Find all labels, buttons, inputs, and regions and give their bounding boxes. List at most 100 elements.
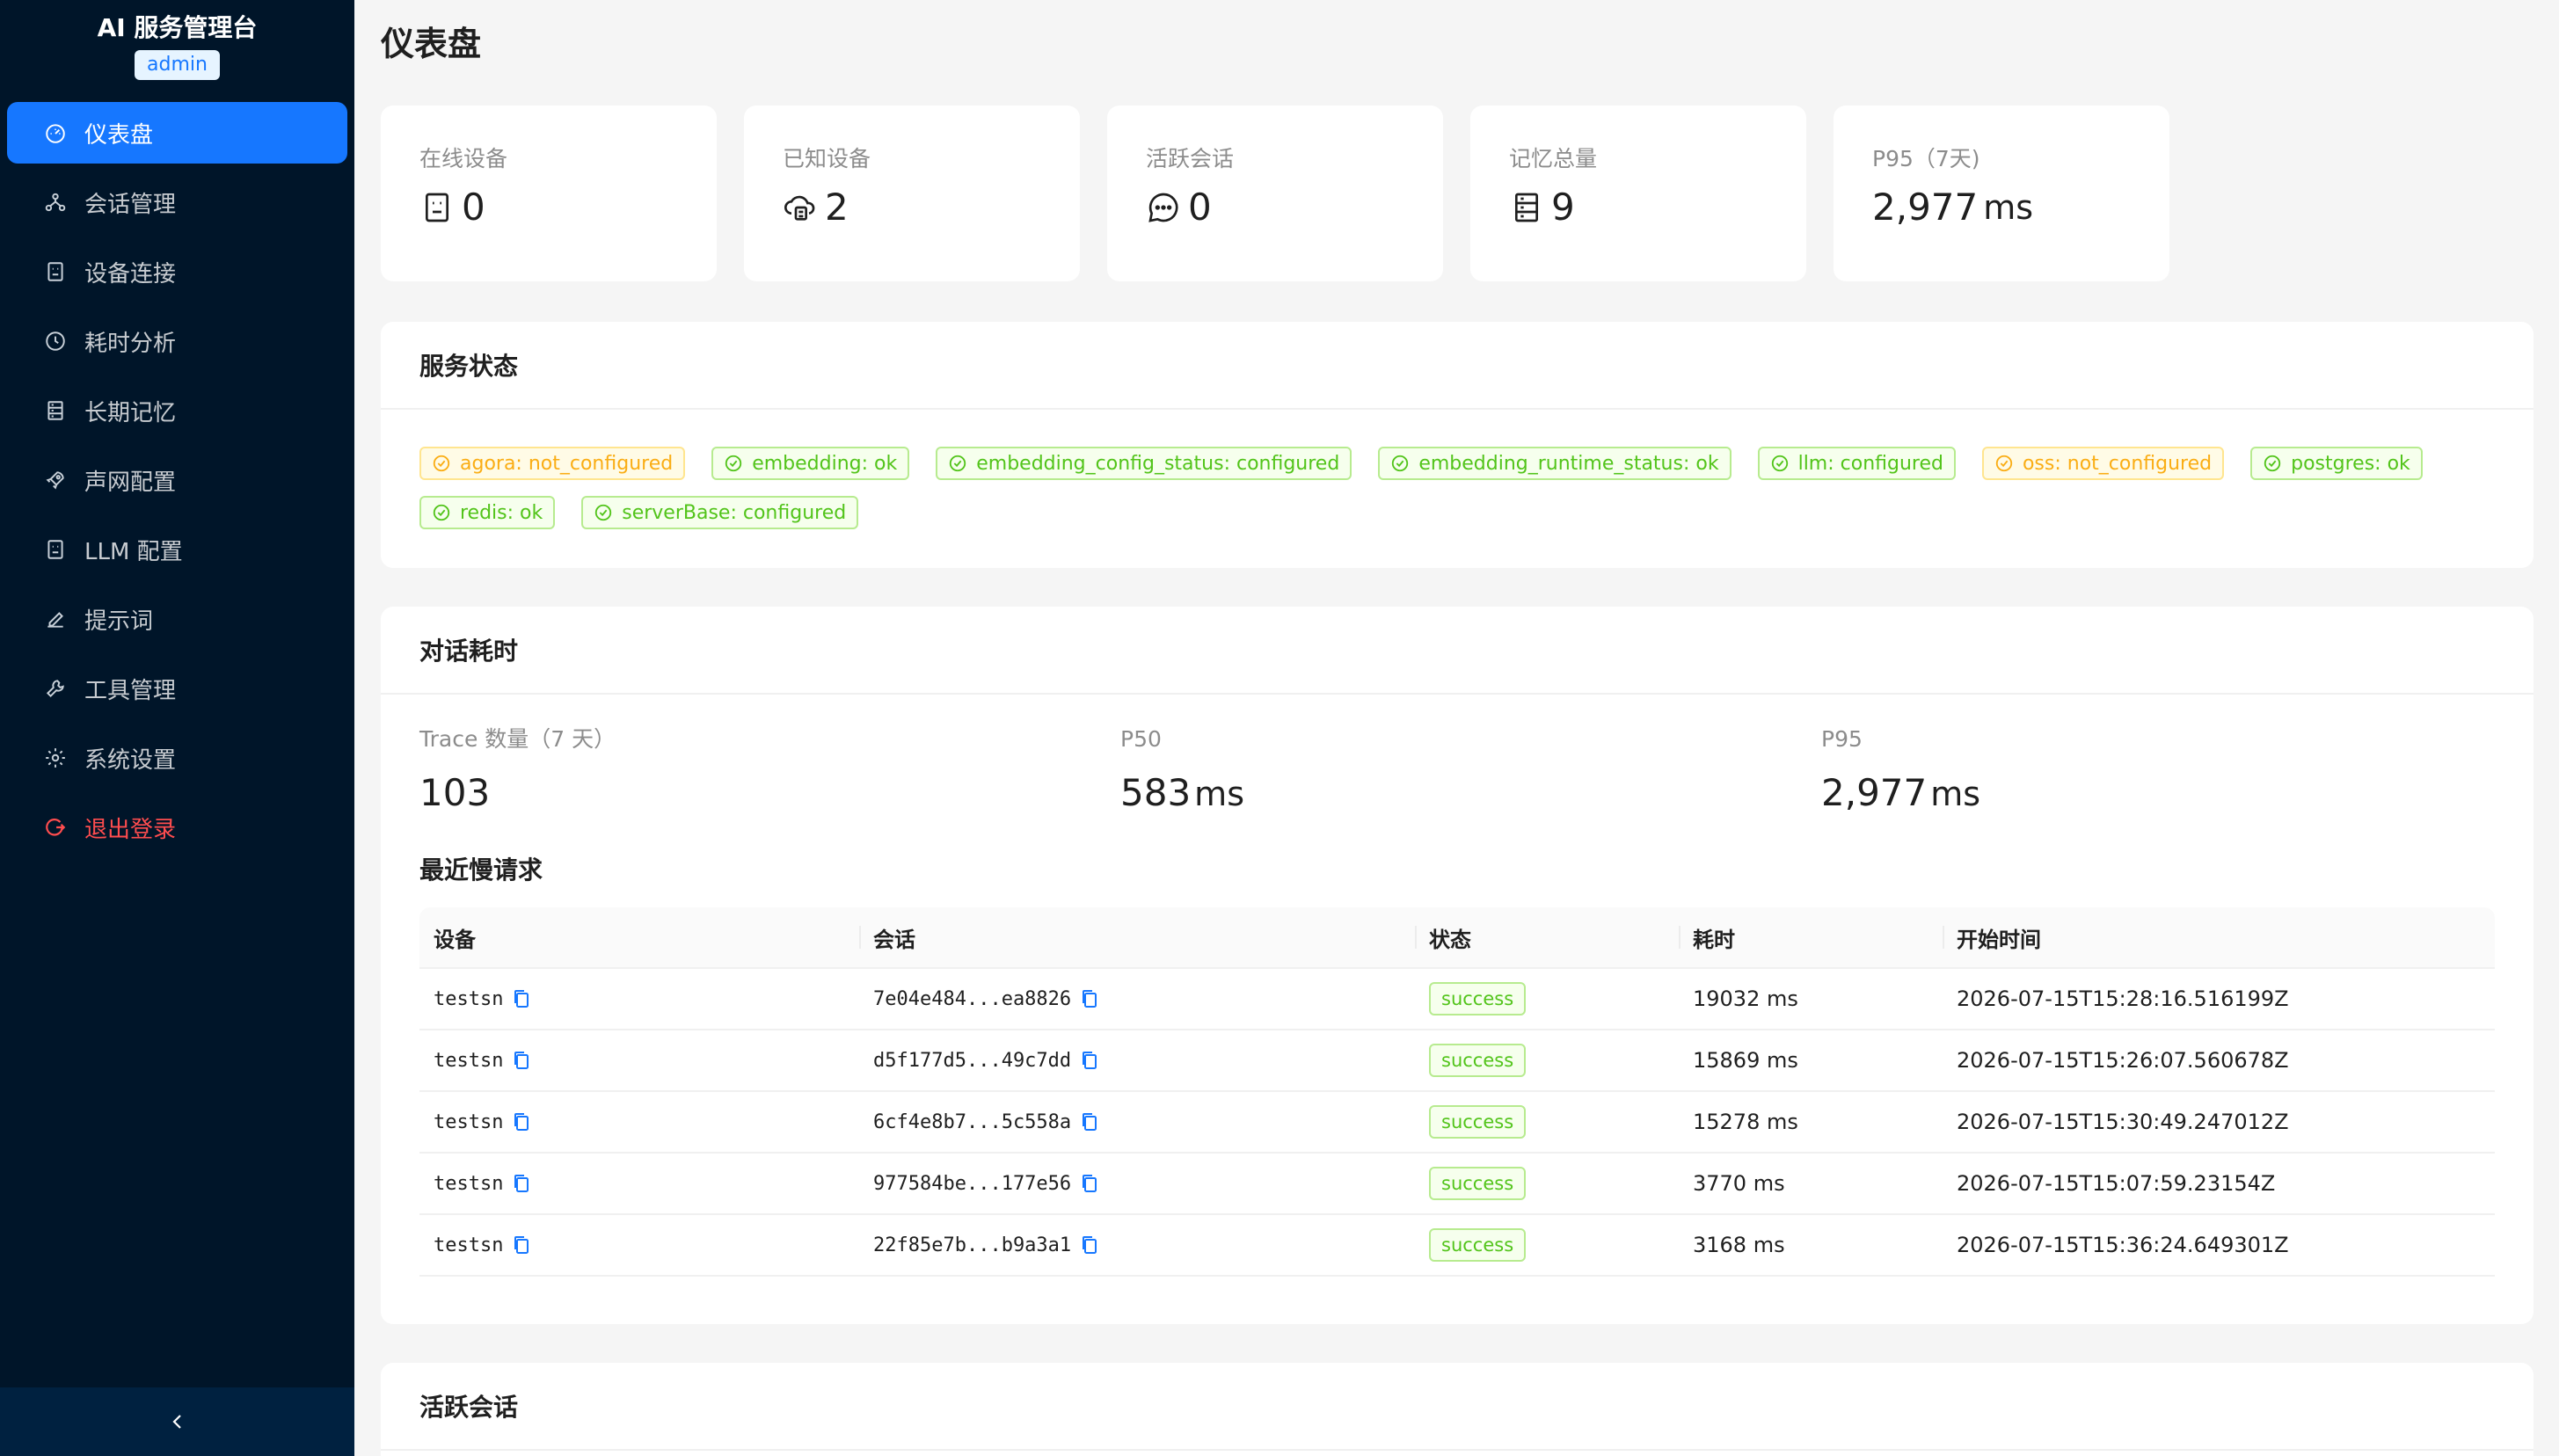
robot-icon xyxy=(42,536,69,563)
status-badge: success xyxy=(1429,1167,1527,1200)
session-cell: d5f177d5...49c7dd xyxy=(859,1050,1415,1072)
sidebar-item-latency[interactable]: 耗时分析 xyxy=(7,310,347,372)
device-id: testsn xyxy=(434,987,504,1010)
sidebar-collapse-button[interactable] xyxy=(0,1387,354,1456)
sidebar-item-tools[interactable]: 工具管理 xyxy=(7,658,347,719)
duration-cell: 3168 ms xyxy=(1693,1233,1785,1257)
session-id: 6cf4e8b7...5c558a xyxy=(873,1110,1072,1133)
device-id: testsn xyxy=(434,1049,504,1072)
status-cell: success xyxy=(1415,982,1679,1016)
copy-icon[interactable] xyxy=(512,1234,531,1256)
card-title: 服务状态 xyxy=(381,322,2533,410)
status-badge: success xyxy=(1429,1228,1527,1262)
sidebar-item-llm[interactable]: LLM 配置 xyxy=(7,519,347,580)
device-cell: testsn xyxy=(419,988,859,1010)
stat-label: P95（7天) xyxy=(1872,146,1980,171)
check-circle-icon xyxy=(1770,454,1798,473)
session-id: 22f85e7b...b9a3a1 xyxy=(873,1234,1072,1256)
sidebar-item-label: 仪表盘 xyxy=(84,121,154,149)
check-circle-icon xyxy=(948,454,976,473)
status-badge: success xyxy=(1429,1044,1527,1077)
status-tag-text: serverBase: configured xyxy=(622,501,847,524)
status-tag: embedding_config_status: configured xyxy=(936,447,1352,480)
table-header: 设备 会话 状态 耗时 开始时间 xyxy=(419,907,2495,969)
session-cell: 22f85e7b...b9a3a1 xyxy=(859,1234,1415,1256)
session-id: d5f177d5...49c7dd xyxy=(873,1049,1072,1072)
check-circle-icon xyxy=(2263,454,2291,473)
metric-label: P50 xyxy=(1120,726,1162,752)
latency-card: 对话耗时 Trace 数量（7 天） 103 P50 583 ms P95 2,9… xyxy=(381,607,2533,1324)
status-tag-text: redis: ok xyxy=(460,501,543,524)
sidebar-item-settings[interactable]: 系统设置 xyxy=(7,727,347,789)
stat-label: 在线设备 xyxy=(419,146,508,171)
session-id: 7e04e484...ea8826 xyxy=(873,987,1072,1010)
sidebar-item-devices[interactable]: 设备连接 xyxy=(7,241,347,302)
device-cell: testsn xyxy=(419,1234,859,1256)
gear-icon xyxy=(42,745,69,771)
status-tag: agora: not_configured xyxy=(419,447,686,480)
sidebar-item-logout[interactable]: 退出登录 xyxy=(7,797,347,858)
metric-p50: P50 583 ms xyxy=(1120,724,1821,817)
database-icon xyxy=(1509,190,1544,225)
robot-icon xyxy=(419,190,455,225)
metric-value: 583 ms xyxy=(1120,771,1244,814)
stat-card-known-devices: 已知设备 2 xyxy=(744,106,1080,281)
status-tag-text: llm: configured xyxy=(1797,452,1943,475)
table-row: testsn 7e04e484...ea8826 success 19032 m… xyxy=(419,969,2495,1030)
stat-unit: ms xyxy=(1983,188,2034,227)
stat-value: 0 xyxy=(1188,186,1212,229)
sidebar-item-label: 声网配置 xyxy=(84,469,177,496)
device-cell: testsn xyxy=(419,1173,859,1195)
sidebar-item-prompts[interactable]: 提示词 xyxy=(7,588,347,650)
service-status-card: 服务状态 agora: not_configured embedding: ok e… xyxy=(381,322,2533,568)
check-circle-icon xyxy=(594,503,622,522)
stat-card-memory-total: 记忆总量 9 xyxy=(1470,106,1806,281)
device-id: testsn xyxy=(434,1172,504,1195)
copy-icon[interactable] xyxy=(1080,1234,1099,1256)
copy-icon[interactable] xyxy=(512,1111,531,1132)
check-circle-icon xyxy=(432,454,460,473)
copy-icon[interactable] xyxy=(1080,1111,1099,1132)
copy-icon[interactable] xyxy=(512,988,531,1009)
status-badge: success xyxy=(1429,1105,1527,1139)
status-cell: success xyxy=(1415,1044,1679,1077)
column-header: 耗时 xyxy=(1679,906,1943,968)
copy-icon[interactable] xyxy=(1080,1173,1099,1194)
start-time-cell: 2026-07-15T15:07:59.23154Z xyxy=(1957,1171,2276,1196)
status-tag-text: postgres: ok xyxy=(2291,452,2410,475)
brand: AI 服务管理台 admin xyxy=(0,0,354,93)
device-cell: testsn xyxy=(419,1111,859,1133)
column-header: 会话 xyxy=(859,906,1415,968)
check-circle-icon xyxy=(1390,454,1418,473)
copy-icon[interactable] xyxy=(512,1050,531,1071)
session-cell: 7e04e484...ea8826 xyxy=(859,988,1415,1010)
database-icon xyxy=(42,397,69,424)
device-cell: testsn xyxy=(419,1050,859,1072)
session-cell: 977584be...177e56 xyxy=(859,1173,1415,1195)
sidebar-item-label: 工具管理 xyxy=(84,677,177,704)
status-cell: success xyxy=(1415,1228,1679,1262)
status-cell: success xyxy=(1415,1167,1679,1200)
check-circle-icon xyxy=(432,503,460,522)
sidebar: AI 服务管理台 admin 仪表盘 会话管理 设备连接 耗时分析 长期记忆 声… xyxy=(0,0,354,1456)
device-icon xyxy=(42,258,69,285)
status-tag: serverBase: configured xyxy=(581,496,859,529)
sidebar-item-sessions[interactable]: 会话管理 xyxy=(7,171,347,233)
sidebar-item-memory[interactable]: 长期记忆 xyxy=(7,380,347,441)
main-content: 仪表盘 在线设备 0 已知设备 2 活跃会话 0 记忆总量 9 P95（7天) … xyxy=(354,0,2559,1456)
sidebar-item-dashboard[interactable]: 仪表盘 xyxy=(7,102,347,164)
sidebar-item-agora[interactable]: 声网配置 xyxy=(7,449,347,511)
copy-icon[interactable] xyxy=(1080,1050,1099,1071)
duration-cell: 15869 ms xyxy=(1693,1048,1798,1073)
start-time-cell: 2026-07-15T15:28:16.516199Z xyxy=(1957,986,2289,1011)
duration-cell: 3770 ms xyxy=(1693,1171,1785,1196)
role-badge: admin xyxy=(135,50,220,80)
table-row: testsn 22f85e7b...b9a3a1 success 3168 ms… xyxy=(419,1215,2495,1277)
tool-icon xyxy=(42,675,69,702)
status-tag-text: embedding: ok xyxy=(752,452,898,475)
copy-icon[interactable] xyxy=(512,1173,531,1194)
status-tag: llm: configured xyxy=(1757,447,1956,480)
copy-icon[interactable] xyxy=(1080,988,1099,1009)
stat-value: 2 xyxy=(825,186,849,229)
slow-requests-table: 设备 会话 状态 耗时 开始时间 testsn 7e04e484...ea882… xyxy=(419,907,2495,1277)
